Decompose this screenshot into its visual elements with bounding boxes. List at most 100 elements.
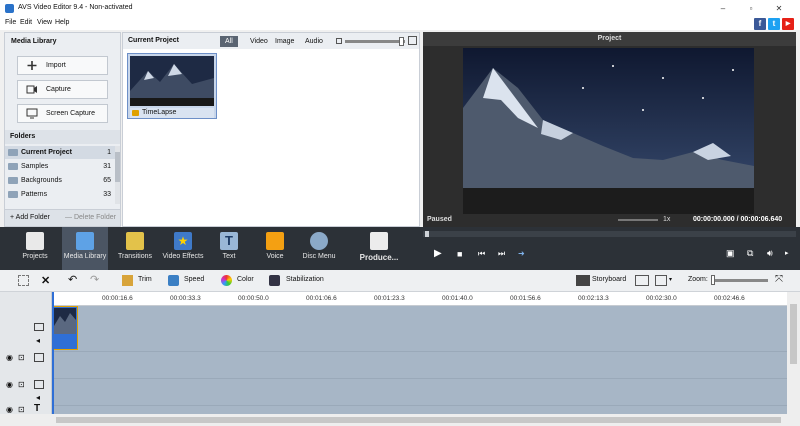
storyboard-button[interactable]: Storyboard: [592, 276, 626, 283]
trim-icon[interactable]: [122, 275, 133, 286]
zoom-handle[interactable]: [711, 275, 715, 285]
clip-name: TimeLapse: [142, 109, 177, 116]
volume-dropdown-icon[interactable]: ▸: [785, 249, 789, 257]
filter-image[interactable]: Image: [270, 36, 299, 47]
playhead[interactable]: [52, 292, 54, 414]
filter-all[interactable]: All: [220, 36, 238, 47]
speed-slider[interactable]: [618, 219, 658, 221]
fit-timeline-icon[interactable]: ⤧: [775, 274, 783, 285]
crop-icon[interactable]: ⧉: [747, 248, 753, 259]
redo-icon[interactable]: ↷: [90, 273, 99, 286]
folders-scrollbar[interactable]: [115, 146, 120, 204]
lock-icon-3[interactable]: ⊡: [18, 405, 25, 414]
previous-frame-icon[interactable]: ⏮: [478, 249, 485, 259]
step-forward-icon[interactable]: ➜: [518, 249, 525, 258]
timeline-ruler[interactable]: 00:00:16.6 00:00:33.3 00:00:50.0 00:01:0…: [52, 292, 787, 306]
delete-folder-button[interactable]: — Delete Folder: [65, 214, 116, 221]
stabilization-button[interactable]: Stabilization: [286, 276, 324, 283]
visibility-eye-icon-2[interactable]: ◉: [6, 380, 13, 389]
media-library-panel: Media Library Import Capture Screen Capt…: [4, 32, 121, 227]
lock-icon-2[interactable]: ⊡: [18, 380, 25, 389]
filter-audio[interactable]: Audio: [300, 36, 328, 47]
timeline-tracks[interactable]: [52, 292, 787, 414]
timeline-vertical-scrollbar[interactable]: [787, 292, 800, 414]
capture-button[interactable]: Capture: [17, 80, 108, 99]
filter-video[interactable]: Video: [245, 36, 273, 47]
voice-button[interactable]: Voice: [252, 227, 298, 270]
small-thumb-icon[interactable]: [336, 38, 342, 44]
transitions-button[interactable]: Transitions: [112, 227, 158, 270]
delete-icon[interactable]: ✕: [41, 274, 50, 287]
color-button[interactable]: Color: [237, 276, 254, 283]
text-button[interactable]: T Text: [206, 227, 252, 270]
main-toolbar: Projects Media Library Transitions ★ Vid…: [0, 227, 800, 270]
speed-button[interactable]: Speed: [184, 276, 204, 283]
aspect-ratio-icon[interactable]: [655, 275, 667, 286]
thumb-size-slider[interactable]: [345, 40, 405, 43]
timeline-horizontal-scrollbar[interactable]: [0, 414, 800, 426]
snapshot-icon[interactable]: ▣: [726, 248, 735, 259]
app-icon: [5, 4, 14, 13]
stop-icon[interactable]: ■: [457, 249, 462, 259]
video-clip-icon: [132, 110, 139, 116]
folder-count: 1: [107, 149, 111, 156]
storyboard-icon[interactable]: [576, 275, 590, 286]
menu-file[interactable]: File: [5, 19, 16, 26]
zoom-label: Zoom:: [688, 276, 708, 283]
ruler-tick: 00:00:16.6: [102, 295, 133, 302]
ruler-tick: 00:01:06.6: [306, 295, 337, 302]
large-thumb-icon[interactable]: [408, 36, 417, 45]
voice-label: Voice: [266, 253, 284, 260]
twitter-icon[interactable]: t: [768, 18, 780, 30]
ruler-tick: 00:00:50.0: [238, 295, 269, 302]
playback-status: Paused: [427, 216, 452, 223]
projects-label: Projects: [22, 253, 48, 260]
video-effects-button[interactable]: ★ Video Effects: [160, 227, 206, 270]
menu-view[interactable]: View: [37, 19, 52, 26]
thumb-size-handle[interactable]: [399, 37, 404, 46]
play-icon[interactable]: ▶: [434, 248, 442, 259]
media-clip-timelapse[interactable]: TimeLapse: [127, 53, 217, 119]
visibility-eye-icon[interactable]: ◉: [6, 353, 13, 362]
seek-bar[interactable]: [423, 231, 796, 237]
disc-menu-button[interactable]: Disc Menu: [296, 227, 342, 270]
undo-icon[interactable]: ↶: [68, 273, 77, 286]
zoom-slider[interactable]: [712, 279, 768, 282]
transitions-label: Transitions: [118, 253, 152, 260]
close-button[interactable]: ✕: [768, 2, 790, 15]
folder-patterns[interactable]: Patterns 33: [5, 188, 115, 201]
screen-capture-button[interactable]: Screen Capture: [17, 104, 108, 123]
select-all-icon[interactable]: [18, 275, 29, 286]
speed-icon[interactable]: [168, 275, 179, 286]
aspect-dropdown-icon[interactable]: ▾: [669, 276, 672, 283]
timeline-video-clip[interactable]: [52, 306, 78, 350]
trim-button[interactable]: Trim: [138, 276, 152, 283]
audio-mixer-icon[interactable]: [635, 275, 649, 286]
youtube-icon[interactable]: ▶: [782, 18, 794, 30]
edit-toolbar: ✕ ↶ ↷ Trim Speed Color Stabilization Sto…: [0, 270, 800, 292]
folder-samples[interactable]: Samples 31: [5, 160, 115, 173]
add-folder-button[interactable]: + Add Folder: [10, 214, 50, 221]
minimize-button[interactable]: –: [712, 2, 734, 15]
folder-current-project[interactable]: Current Project 1: [5, 146, 115, 159]
menu-help[interactable]: Help: [55, 19, 69, 26]
lock-icon[interactable]: ⊡: [18, 353, 25, 362]
visibility-eye-icon-3[interactable]: ◉: [6, 405, 13, 414]
produce-button[interactable]: Produce...: [352, 227, 406, 270]
folder-name: Current Project: [21, 149, 72, 156]
menu-edit[interactable]: Edit: [20, 19, 32, 26]
volume-icon[interactable]: 🔊︎: [767, 248, 773, 259]
ruler-tick: 00:01:56.6: [510, 295, 541, 302]
facebook-icon[interactable]: f: [754, 18, 766, 30]
media-library-button[interactable]: Media Library: [62, 227, 108, 270]
projects-button[interactable]: Projects: [12, 227, 58, 270]
next-frame-icon[interactable]: ⏭: [498, 249, 505, 259]
import-button[interactable]: Import: [17, 56, 108, 75]
clapper-icon: [26, 232, 44, 250]
stabilization-icon[interactable]: [269, 275, 280, 286]
video-preview[interactable]: [463, 48, 754, 214]
plus-icon: [27, 61, 37, 70]
folder-backgrounds[interactable]: Backgrounds 65: [5, 174, 115, 187]
maximize-button[interactable]: ▫: [740, 2, 762, 15]
color-icon[interactable]: [221, 275, 232, 286]
